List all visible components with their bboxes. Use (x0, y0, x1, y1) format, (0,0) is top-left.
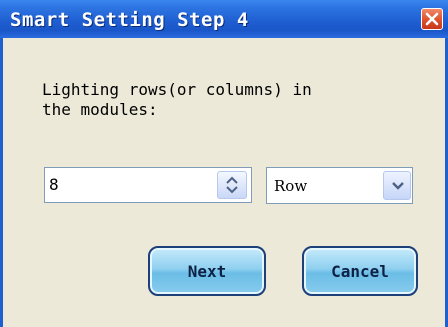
chevron-down-icon (392, 182, 404, 190)
orientation-selected-value: Row (274, 177, 308, 195)
smart-setting-dialog: Smart Setting Step 4 Lighting rows(or co… (0, 0, 448, 327)
close-button[interactable] (421, 8, 443, 30)
prompt-label: Lighting rows(or columns) in the modules… (42, 80, 312, 119)
rows-count-value[interactable]: 8 (49, 175, 59, 194)
title-bar[interactable]: Smart Setting Step 4 (0, 0, 448, 38)
rows-count-spinner[interactable]: 8 (44, 167, 252, 203)
dialog-title: Smart Setting Step 4 (10, 9, 249, 31)
up-down-arrows-icon[interactable] (226, 175, 238, 195)
close-icon (425, 12, 439, 26)
dropdown-button[interactable] (383, 171, 411, 200)
spinner-buttons[interactable] (217, 171, 247, 199)
window-border-left (0, 38, 3, 327)
orientation-select[interactable]: Row (266, 167, 413, 204)
next-button[interactable]: Next (148, 246, 266, 296)
cancel-button[interactable]: Cancel (302, 246, 418, 296)
